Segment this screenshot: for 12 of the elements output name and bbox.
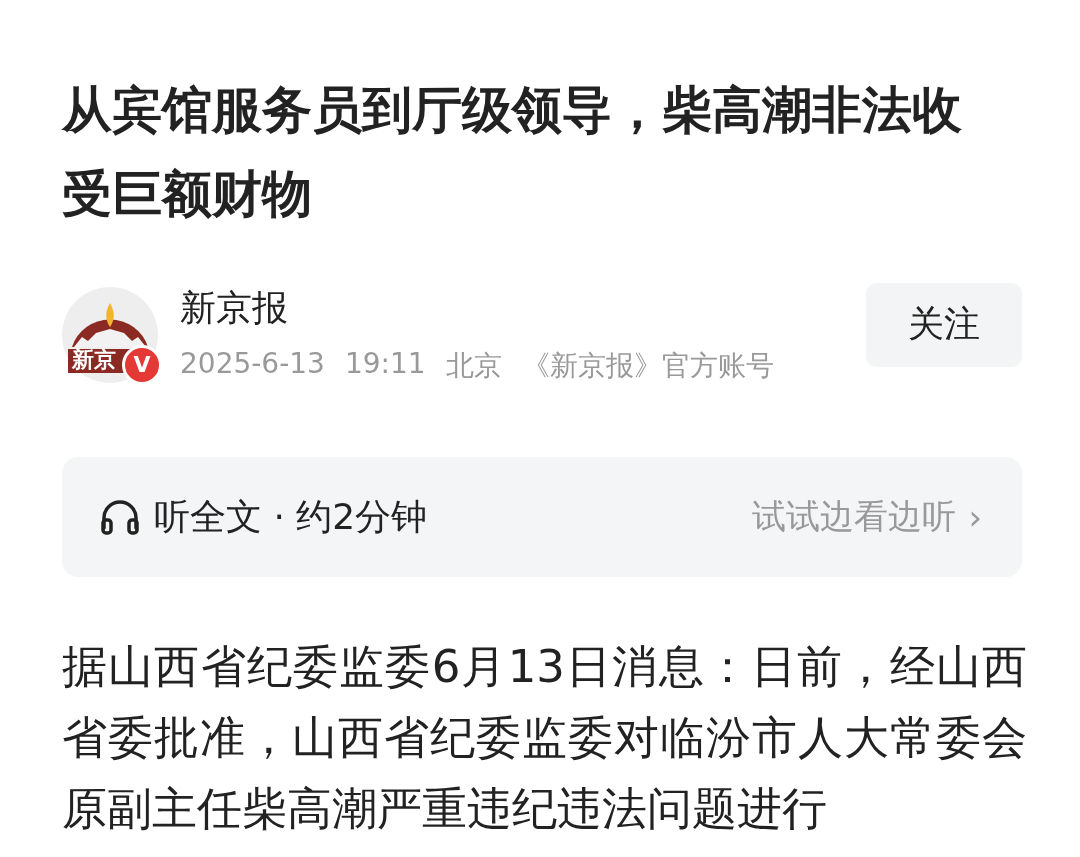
listen-card[interactable]: 听全文 · 约2分钟 试试边看边听 › [62,457,1022,577]
follow-button[interactable]: 关注 [866,282,1022,367]
logo-text: 新京 [72,344,116,374]
publish-location: 北京 [445,348,502,384]
article-title: 从宾馆服务员到厅级领导，柴高潮非法收受巨额财物 [62,80,963,225]
publish-date: 2025-6-13 [180,347,325,382]
article-paragraph: 据山西省纪委监委6月13日消息：日前，经山西省委批准，山西省纪委监委对临汾市人大常委会原副主任柴高潮严重违纪违法问题进行 [62,639,1027,837]
author-name[interactable]: 新京报 [180,284,844,333]
publish-time: 19:11 [344,347,426,382]
listen-label: 听全文 · 约2分钟 [154,494,428,539]
headphones-icon [100,498,140,536]
account-label: 《新京报》官方账号 [521,348,774,384]
